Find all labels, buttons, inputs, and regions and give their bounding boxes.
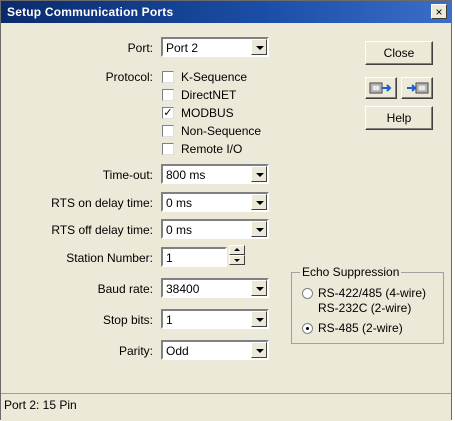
radio-rs422-485[interactable] [302, 288, 313, 299]
port-value: Port 2 [166, 41, 199, 55]
transfer-from-plc-icon [407, 82, 429, 94]
echo-suppression-title: Echo Suppression [300, 265, 402, 279]
dialog-title: Setup Communication Ports [7, 5, 174, 19]
stop-bits-select[interactable]: 1 [161, 309, 269, 329]
protocol-checkbox-0[interactable] [162, 71, 174, 83]
spin-up-icon[interactable] [229, 245, 245, 255]
rs422-485-label: RS-422/485 (4-wire) [318, 286, 427, 300]
baud-rate-select[interactable]: 38400 [161, 278, 269, 298]
rts-off-delay-label: RTS off delay time: [51, 223, 153, 237]
status-bar: Port 2: 15 Pin [1, 393, 451, 421]
chevron-down-icon[interactable] [251, 280, 267, 296]
protocol-option-label: MODBUS [181, 106, 234, 120]
protocol-option-label: DirectNET [181, 88, 237, 102]
rs485-2wire-label: RS-485 (2-wire) [318, 321, 403, 335]
timeout-value: 800 ms [166, 168, 206, 182]
station-number-value: 1 [166, 251, 173, 265]
rts-on-delay-label: RTS on delay time: [51, 196, 153, 210]
setup-comm-ports-dialog: Setup Communication Ports × Port: Port 2… [0, 0, 452, 421]
transfer-to-plc-icon [369, 82, 392, 94]
station-number-label: Station Number: [66, 251, 153, 265]
protocol-checkbox-1[interactable] [162, 89, 174, 101]
protocol-checkbox-4[interactable] [162, 143, 174, 155]
protocol-label: Protocol: [105, 70, 153, 84]
parity-value: Odd [166, 344, 189, 358]
port-select[interactable]: Port 2 [161, 37, 269, 57]
protocol-option-label: Non-Sequence [181, 124, 262, 138]
help-button[interactable]: Help [365, 106, 433, 130]
timeout-select[interactable]: 800 ms [161, 164, 269, 184]
rts-on-delay-select[interactable]: 0 ms [161, 192, 269, 212]
rts-off-delay-value: 0 ms [166, 223, 193, 237]
rts-on-delay-value: 0 ms [166, 196, 193, 210]
protocol-option-label: Remote I/O [181, 142, 243, 156]
stop-bits-value: 1 [166, 313, 173, 327]
spin-down-icon[interactable] [229, 255, 245, 265]
transfer-from-plc-button[interactable] [401, 77, 433, 99]
echo-suppression-group: Echo Suppression RS-422/485 (4-wire) RS-… [291, 265, 444, 344]
close-button[interactable]: Close [365, 41, 433, 65]
timeout-label: Time-out: [102, 168, 153, 182]
transfer-to-plc-button[interactable] [365, 77, 397, 99]
chevron-down-icon[interactable] [251, 342, 267, 358]
close-icon[interactable]: × [431, 4, 447, 19]
status-text: Port 2: 15 Pin [4, 398, 77, 412]
baud-rate-label: Baud rate: [97, 282, 153, 296]
title-bar[interactable]: Setup Communication Ports × [1, 1, 451, 23]
chevron-down-icon[interactable] [251, 221, 267, 237]
port-label: Port: [127, 41, 153, 55]
rts-off-delay-select[interactable]: 0 ms [161, 219, 269, 239]
chevron-down-icon[interactable] [251, 194, 267, 210]
station-number-input[interactable]: 1 [161, 247, 227, 267]
rs232c-label: RS-232C (2-wire) [318, 301, 412, 315]
baud-rate-value: 38400 [166, 282, 200, 296]
protocol-checkbox-2[interactable]: ✓ [162, 107, 174, 119]
stop-bits-label: Stop bits: [102, 313, 153, 327]
chevron-down-icon[interactable] [251, 311, 267, 327]
protocol-option-label: K-Sequence [181, 70, 248, 84]
chevron-down-icon[interactable] [251, 39, 267, 55]
radio-rs485-2wire[interactable] [302, 323, 313, 334]
chevron-down-icon[interactable] [251, 166, 267, 182]
parity-label: Parity: [118, 344, 153, 358]
parity-select[interactable]: Odd [161, 340, 269, 360]
station-number-spinner[interactable] [229, 245, 245, 266]
protocol-checkbox-3[interactable] [162, 125, 174, 137]
